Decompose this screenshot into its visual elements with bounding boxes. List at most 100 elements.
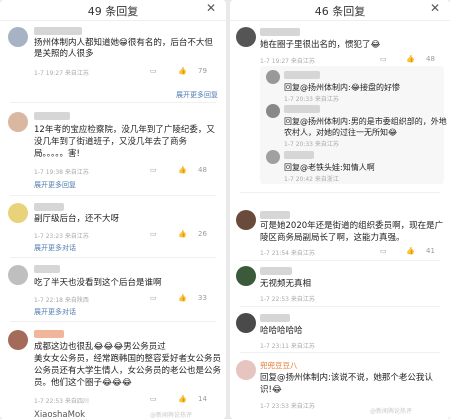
reply-icon[interactable]: ▭: [150, 230, 157, 238]
reply-icon[interactable]: ▭: [380, 55, 387, 63]
reply-text-2: 农村人，对她的过往一无所知😂: [284, 128, 398, 137]
like-icon[interactable]: 👍: [178, 166, 187, 174]
comment-text-3: 局。。。。。害!: [34, 149, 80, 159]
right-reply-panel: 46 条回复 ✕ 她在圈子里很出名的，惯犯了😂 1-7 19:27 来自江苏 ▭…: [230, 0, 450, 419]
comment-meta: 1-7 22:18 来自陕西: [34, 297, 89, 304]
username-blurred[interactable]: [34, 27, 82, 35]
avatar[interactable]: [8, 203, 28, 223]
comment-meta: 1-7 22:53 来自江苏: [260, 296, 315, 303]
username-blurred[interactable]: [284, 71, 320, 79]
left-header: 49 条回复 ✕: [0, 0, 226, 21]
expand-more-replies[interactable]: 展开更多回复: [176, 90, 218, 100]
like-icon[interactable]: 👍: [178, 294, 187, 302]
comment-text-2: 美女女公务员，经常跑韩国的整容爱好者女公务员: [34, 354, 222, 364]
like-count: 33: [198, 294, 207, 302]
username-blurred[interactable]: [260, 267, 292, 275]
username-blurred[interactable]: [260, 314, 290, 322]
username-blurred[interactable]: [34, 112, 70, 120]
reply-icon[interactable]: ▭: [150, 395, 157, 403]
username-blurred[interactable]: [284, 105, 320, 113]
expand-more-replies[interactable]: 展开更多对话: [34, 307, 76, 317]
comment-text: 吃了半天也没看到这个后台是谁啊: [34, 278, 162, 288]
left-title: 49 条回复: [87, 5, 139, 18]
expand-more-replies[interactable]: 展开更多回复: [34, 180, 76, 190]
comment-text-2: 陵区商务局副局长了啊，这能力真强。: [260, 233, 405, 243]
like-count: 48: [426, 55, 435, 63]
reply-icon[interactable]: ▭: [150, 294, 157, 302]
comment-text-2: 识!😂: [260, 385, 282, 395]
avatar[interactable]: [8, 330, 28, 350]
comment-text-2: 是关照的人很多: [34, 49, 94, 59]
divider: [10, 257, 216, 258]
like-icon[interactable]: 👍: [406, 247, 415, 255]
like-icon[interactable]: 👍: [178, 230, 187, 238]
next-commenter-name[interactable]: XiaoshaMok: [34, 410, 85, 419]
comment-meta: 1-7 23:23 来自江苏: [34, 233, 89, 240]
avatar[interactable]: [236, 313, 256, 333]
like-icon[interactable]: 👍: [178, 67, 187, 75]
comment-text-3: 公务员还有大学生情人，女公务员的老公也是公务: [34, 366, 222, 376]
right-close-icon[interactable]: ✕: [430, 1, 440, 15]
avatar[interactable]: [8, 27, 28, 47]
username-blurred[interactable]: [284, 151, 314, 159]
right-header: 46 条回复 ✕: [230, 0, 450, 21]
comment-meta: 1-7 21:54 来自江苏: [260, 250, 315, 257]
avatar[interactable]: [266, 104, 280, 118]
username-blurred[interactable]: [260, 211, 290, 219]
avatar[interactable]: [8, 112, 28, 132]
comment-text-2: 没几年到了街道班子，又没几年去了商务: [34, 137, 188, 147]
commenter-name[interactable]: 兜兜豆豆八: [260, 360, 298, 371]
comment-text: 可是她2020年还是街道的组织委员啊，现在是广: [260, 221, 444, 231]
reply-meta: 1-7 20:33 来自江苏: [284, 141, 339, 148]
divider: [10, 321, 216, 322]
username-blurred[interactable]: [34, 265, 60, 273]
avatar[interactable]: [236, 210, 256, 230]
reply-text: 回复@扬州体制内:😂接盘的好惨: [284, 83, 401, 92]
divider: [240, 192, 440, 193]
like-count: 14: [198, 395, 207, 403]
comment-meta: 1-7 22:53 来自四川: [34, 398, 89, 405]
comment-text: 哈哈哈哈哈: [260, 326, 303, 336]
expand-more-replies[interactable]: 展开更多对话: [34, 243, 76, 253]
username-blurred[interactable]: [34, 203, 64, 211]
left-reply-panel: 49 条回复 ✕ 扬州体制内人都知道她😁很有名的，后台不大但 是关照的人很多 1…: [0, 0, 226, 419]
comment-meta: 1-7 23:53 来自江苏: [260, 403, 315, 410]
like-count: 26: [198, 230, 207, 238]
avatar[interactable]: [266, 70, 280, 84]
username-blurred[interactable]: [34, 330, 64, 338]
like-count: 48: [198, 166, 207, 174]
comment-text: 12年考的宝应检察院，没几年到了广陵纪委，又: [34, 125, 215, 135]
comment-meta: 1-7 23:11 来自江苏: [260, 343, 315, 350]
comment-text: 无视频无真相: [260, 279, 312, 289]
like-icon[interactable]: 👍: [406, 55, 415, 63]
reply-icon[interactable]: ▭: [150, 67, 157, 75]
comment-text: 她在圈子里很出名的，惯犯了😂: [260, 40, 381, 50]
divider: [240, 260, 440, 261]
username-blurred[interactable]: [260, 28, 300, 36]
divider: [10, 102, 216, 103]
avatar[interactable]: [8, 265, 28, 285]
reply-text: 回复@老铁头娃:知情人啊: [284, 163, 375, 172]
reply-meta: 1-7 20:42 来自浙江: [284, 176, 339, 183]
reply-meta: 1-7 20:33 来自江苏: [284, 96, 339, 103]
right-title: 46 条回复: [314, 5, 366, 18]
like-icon[interactable]: 👍: [178, 395, 187, 403]
like-count: 79: [198, 67, 207, 75]
avatar[interactable]: [236, 27, 256, 47]
comment-meta: 1-7 19:27 来自江苏: [260, 58, 315, 65]
reply-text: 回复@扬州体制内:男的是市委组织部的，外地: [284, 117, 447, 126]
reply-icon[interactable]: ▭: [380, 247, 387, 255]
left-close-icon[interactable]: ✕: [206, 1, 216, 15]
like-count: 41: [426, 247, 435, 255]
divider: [240, 306, 440, 307]
avatar[interactable]: [236, 266, 256, 286]
avatar[interactable]: [236, 360, 256, 380]
reply-icon[interactable]: ▭: [150, 166, 157, 174]
watermark: @新闻舆论热评: [150, 412, 193, 419]
comment-meta: 1-7 19:38 来自江苏: [34, 169, 89, 176]
avatar[interactable]: [266, 150, 280, 164]
comment-meta: 1-7 19:27 来自江苏: [34, 70, 89, 77]
divider: [240, 352, 440, 353]
comment-text: 成都这边也很乱😂😂😂男公务员过: [34, 342, 166, 352]
comment-text: 回复@扬州体制内:该说不说，她那个老公我认: [260, 373, 433, 383]
